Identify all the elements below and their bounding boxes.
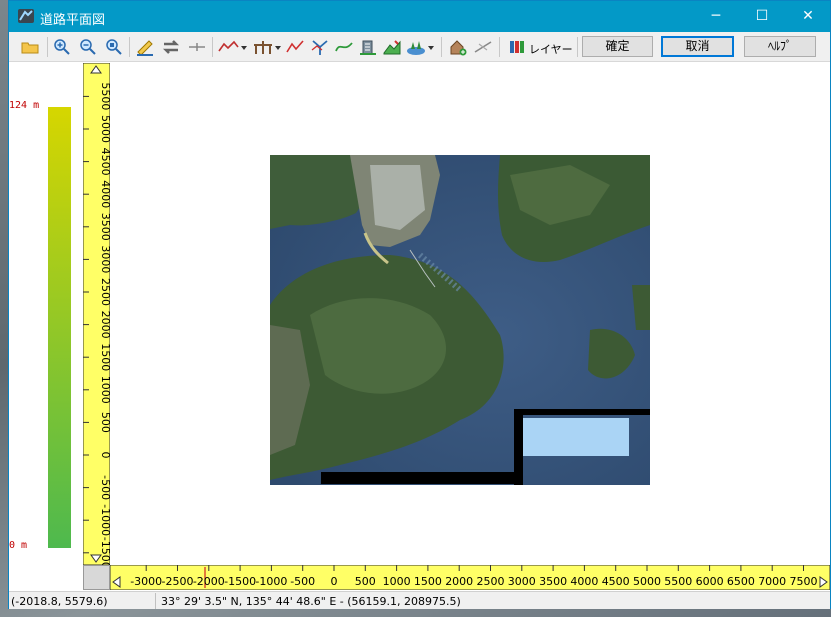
toolbar-separator: [129, 37, 130, 57]
elevation-legend-bar: [48, 107, 71, 548]
geo-coordinates: 33° 29' 3.5" N, 135° 44' 48.6" E - (5615…: [161, 595, 461, 608]
vertical-ruler-label: 5000: [99, 115, 110, 143]
boundary-line-top: [514, 409, 650, 415]
vertical-ruler-label: 500: [99, 412, 110, 433]
toolbar-separator: [212, 37, 213, 57]
vertical-ruler-label: 0: [99, 452, 110, 459]
zoom-out-icon[interactable]: [79, 38, 97, 56]
status-divider: [155, 593, 156, 609]
toolbar-separator: [577, 37, 578, 57]
horizontal-ruler-label: 1000: [383, 575, 411, 588]
ruler-icon[interactable]: [136, 38, 154, 56]
vertical-ruler-label: 2000: [99, 311, 110, 339]
swap-icon[interactable]: [162, 38, 180, 56]
close-button[interactable]: ✕: [785, 1, 831, 32]
status-bar: (-2018.8, 5579.6) 33° 29' 3.5" N, 135° 4…: [9, 591, 830, 609]
horizontal-ruler-label: 4500: [602, 575, 630, 588]
horizontal-ruler-label: 1500: [414, 575, 442, 588]
map-view[interactable]: 124 m 0 m 5500 5000 4500 4000 3500 3000 2500 20…: [9, 63, 830, 591]
trees-menu-icon[interactable]: [406, 38, 436, 56]
maximize-button[interactable]: ☐: [739, 1, 785, 32]
curve-icon[interactable]: [335, 38, 353, 56]
vertical-ruler-label: 5500: [99, 82, 110, 110]
polyline-icon[interactable]: [286, 38, 304, 56]
horizontal-ruler-label: -3000: [130, 575, 162, 588]
vertical-ruler-label: -500: [99, 475, 110, 500]
ruler-corner: [83, 565, 110, 590]
minimize-button[interactable]: ─: [693, 1, 739, 32]
toolbar-separator: [499, 37, 500, 57]
horizontal-ruler[interactable]: -3000 -2500 -2000 -1500 -1000 -500 0 500 1000 150…: [110, 565, 830, 590]
horizontal-ruler-label: 4000: [570, 575, 598, 588]
horizontal-ruler-label: 2000: [445, 575, 473, 588]
horizontal-ruler-label: 500: [355, 575, 376, 588]
vertical-ruler-label: 4500: [99, 148, 110, 176]
vertical-ruler[interactable]: 5500500045004000350030002500200015001000…: [83, 63, 110, 565]
road-plan-window: 道路平面図 ─ ☐ ✕ レイヤー 確定 取消 ﾍﾙﾌﾟ 124 m 0 m 55…: [8, 0, 831, 609]
vertical-ruler-label: -1000: [99, 504, 110, 536]
cancel-button[interactable]: 取消: [661, 36, 734, 57]
horizontal-ruler-label: -2000: [193, 575, 225, 588]
horizontal-ruler-label: 0: [331, 575, 338, 588]
layers-icon[interactable]: [508, 38, 526, 56]
horizontal-ruler-label: 5500: [664, 575, 692, 588]
horizontal-ruler-label: 3500: [539, 575, 567, 588]
elevation-max-label: 124 m: [9, 100, 40, 111]
elevation-min-label: 0 m: [9, 540, 28, 551]
vertical-ruler-label: -1500: [99, 537, 110, 565]
boundary-line-bottom: [321, 472, 523, 484]
window-title: 道路平面図: [40, 13, 106, 28]
horizontal-ruler-label: 6500: [727, 575, 755, 588]
vertical-ruler-label: 4000: [99, 180, 110, 208]
bridge-menu-icon[interactable]: [253, 38, 283, 56]
horizontal-ruler-label: -2500: [162, 575, 194, 588]
building-icon[interactable]: [359, 38, 377, 56]
horizontal-ruler-label: 5000: [633, 575, 661, 588]
horizontal-ruler-label: 2500: [477, 575, 505, 588]
open-icon[interactable]: [21, 38, 39, 56]
app-icon: [18, 9, 34, 23]
terrain-icon[interactable]: [383, 38, 401, 56]
title-bar[interactable]: 道路平面図 ─ ☐ ✕: [9, 1, 830, 32]
help-button[interactable]: ﾍﾙﾌﾟ: [744, 36, 816, 57]
zoom-in-icon[interactable]: [53, 38, 71, 56]
vertical-ruler-label: 1500: [99, 343, 110, 371]
toolbar-separator: [441, 37, 442, 57]
horizontal-ruler-label: 6000: [696, 575, 724, 588]
ok-button[interactable]: 確定: [582, 36, 653, 57]
branch-icon[interactable]: [311, 38, 329, 56]
vertical-ruler-label: 2500: [99, 278, 110, 306]
line-menu-icon[interactable]: [218, 38, 248, 56]
zoom-fit-icon[interactable]: [105, 38, 123, 56]
vertical-ruler-label: 3500: [99, 213, 110, 241]
layer-button-label[interactable]: レイヤー: [529, 41, 573, 57]
horizontal-ruler-label: -1500: [224, 575, 256, 588]
horizontal-ruler-label: -1000: [255, 575, 287, 588]
horizontal-ruler-label: -500: [290, 575, 315, 588]
toolbar-separator: [47, 37, 48, 57]
selection-area[interactable]: [523, 418, 629, 456]
cursor-coordinates: (-2018.8, 5579.6): [11, 595, 108, 608]
add-house-icon[interactable]: [449, 38, 467, 56]
toolbar: レイヤー 確定 取消 ﾍﾙﾌﾟ: [9, 32, 830, 62]
scissors-line-icon[interactable]: [474, 38, 492, 56]
vertical-ruler-label: 3000: [99, 245, 110, 273]
horizontal-ruler-label: 7000: [758, 575, 786, 588]
horizontal-ruler-label: 7500: [790, 575, 818, 588]
vertical-ruler-label: 1000: [99, 376, 110, 404]
horizontal-ruler-label: 3000: [508, 575, 536, 588]
axis-icon[interactable]: [188, 38, 206, 56]
